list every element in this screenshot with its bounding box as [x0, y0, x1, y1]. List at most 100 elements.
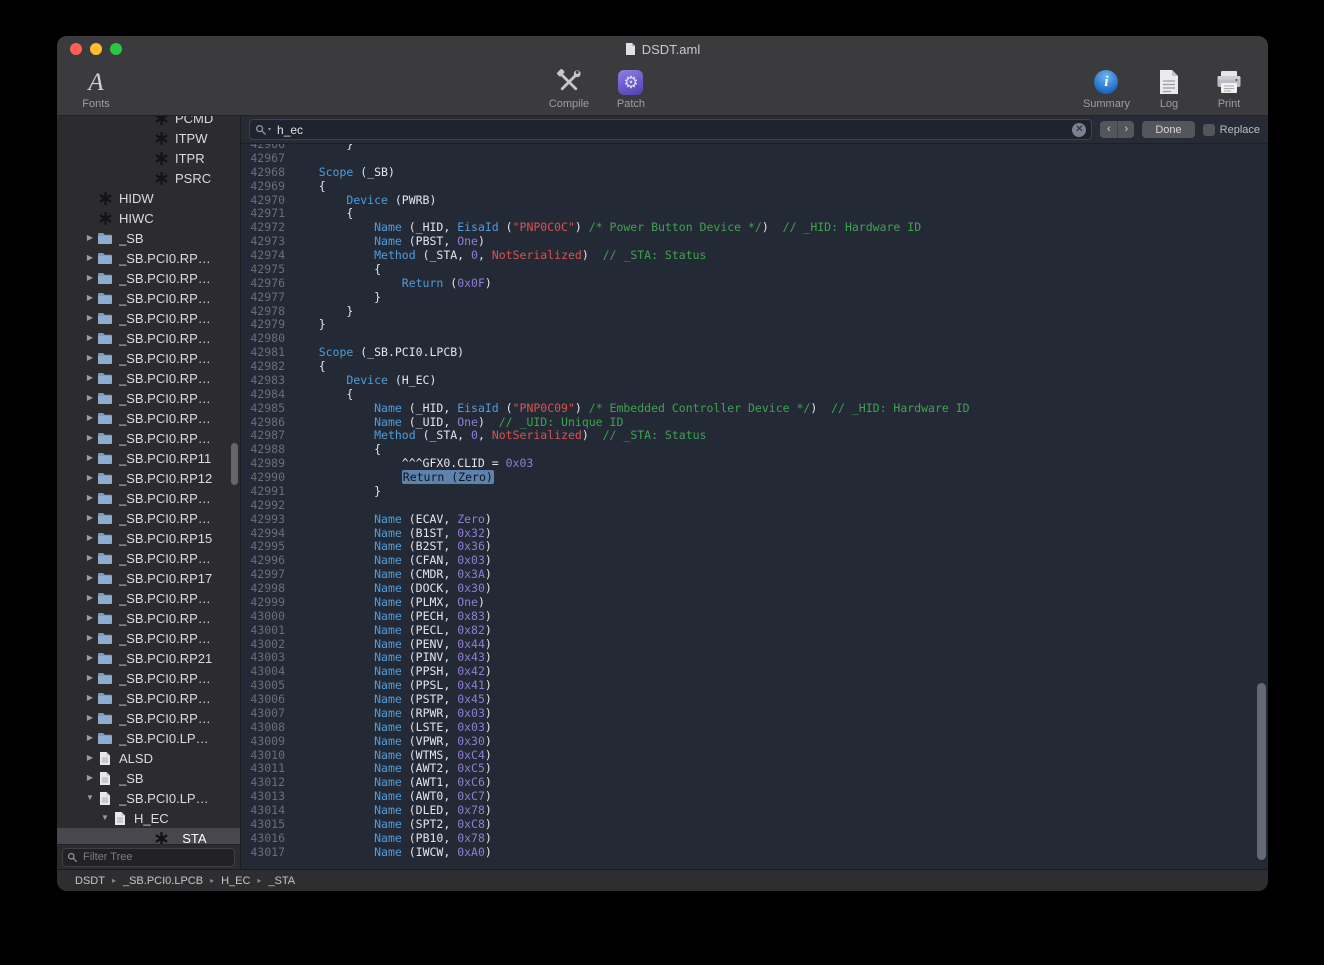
code-line[interactable]: 42970 Device (PWRB): [241, 194, 1268, 208]
code-line[interactable]: 42976 Return (0x0F): [241, 277, 1268, 291]
log-button[interactable]: Log: [1148, 68, 1190, 110]
disclosure-triangle[interactable]: ▶: [83, 714, 97, 722]
tree-item[interactable]: ▶_SB.PCI0.RP…: [57, 408, 240, 428]
filter-tree-input[interactable]: [81, 850, 230, 864]
tree-item[interactable]: HIWC: [57, 208, 240, 228]
code-line[interactable]: 43005 Name (PPSL, 0x41): [241, 679, 1268, 693]
tree-item[interactable]: HIDW: [57, 188, 240, 208]
tree-item[interactable]: ▶_SB.PCI0.RP…: [57, 588, 240, 608]
tree-item[interactable]: ▶_SB: [57, 228, 240, 248]
code-line[interactable]: 42998 Name (DOCK, 0x30): [241, 582, 1268, 596]
tree-item[interactable]: ▼H_EC: [57, 808, 240, 828]
tree-item[interactable]: ▶_SB.PCI0.RP…: [57, 348, 240, 368]
code-line[interactable]: 42966 }: [241, 144, 1268, 152]
code-line[interactable]: 42984 {: [241, 388, 1268, 402]
code-line[interactable]: 42993 Name (ECAV, Zero): [241, 513, 1268, 527]
disclosure-triangle[interactable]: ▶: [83, 294, 97, 302]
code-line[interactable]: 42986 Name (_UID, One) // _UID: Unique I…: [241, 416, 1268, 430]
find-next-button[interactable]: ›: [1117, 121, 1134, 138]
code-line[interactable]: 42983 Device (H_EC): [241, 374, 1268, 388]
disclosure-triangle[interactable]: ▶: [83, 354, 97, 362]
disclosure-triangle[interactable]: ▶: [83, 334, 97, 342]
code-line[interactable]: 42977 }: [241, 291, 1268, 305]
tree-item[interactable]: ▶_SB.PCI0.RP…: [57, 428, 240, 448]
close-button[interactable]: [70, 43, 82, 55]
disclosure-triangle[interactable]: ▶: [83, 234, 97, 242]
code-line[interactable]: 42990 Return (Zero): [241, 471, 1268, 485]
disclosure-triangle[interactable]: ▶: [83, 654, 97, 662]
code-line[interactable]: 42979 }: [241, 318, 1268, 332]
code-line[interactable]: 42992: [241, 499, 1268, 513]
disclosure-triangle[interactable]: ▶: [83, 614, 97, 622]
disclosure-triangle[interactable]: ▶: [83, 314, 97, 322]
disclosure-triangle[interactable]: ▶: [83, 414, 97, 422]
disclosure-triangle[interactable]: ▶: [83, 394, 97, 402]
tree-item[interactable]: ▶_SB.PCI0.RP…: [57, 548, 240, 568]
code-line[interactable]: 42997 Name (CMDR, 0x3A): [241, 568, 1268, 582]
minimize-button[interactable]: [90, 43, 102, 55]
disclosure-triangle[interactable]: ▼: [83, 794, 97, 802]
tree-item[interactable]: ▶_SB.PCI0.RP…: [57, 308, 240, 328]
patch-button[interactable]: ⚙ Patch: [610, 68, 652, 110]
disclosure-triangle[interactable]: ▶: [83, 554, 97, 562]
code-line[interactable]: 43006 Name (PSTP, 0x45): [241, 693, 1268, 707]
compile-button[interactable]: Compile: [548, 68, 590, 110]
print-button[interactable]: Print: [1208, 68, 1250, 110]
tree-item[interactable]: PCMD: [57, 116, 240, 128]
editor-scrollbar[interactable]: [1257, 146, 1266, 867]
code-line[interactable]: 43010 Name (WTMS, 0xC4): [241, 749, 1268, 763]
done-button[interactable]: Done: [1142, 121, 1194, 138]
breadcrumb-item[interactable]: H_EC: [221, 875, 250, 887]
code-line[interactable]: 42996 Name (CFAN, 0x03): [241, 554, 1268, 568]
code-line[interactable]: 42973 Name (PBST, One): [241, 235, 1268, 249]
disclosure-triangle[interactable]: ▶: [83, 474, 97, 482]
tree-item[interactable]: ▶_SB: [57, 768, 240, 788]
tree-item[interactable]: _STA: [57, 828, 240, 844]
disclosure-triangle[interactable]: ▶: [83, 734, 97, 742]
tree-item[interactable]: ▶ALSD: [57, 748, 240, 768]
disclosure-triangle[interactable]: ▶: [83, 434, 97, 442]
disclosure-triangle[interactable]: ▼: [98, 814, 112, 822]
code-line[interactable]: 42988 {: [241, 443, 1268, 457]
code-line[interactable]: 43009 Name (VPWR, 0x30): [241, 735, 1268, 749]
tree-item[interactable]: ▶_SB.PCI0.RP…: [57, 388, 240, 408]
tree-item[interactable]: ▶_SB.PCI0.RP21: [57, 648, 240, 668]
code-line[interactable]: 42971 {: [241, 207, 1268, 221]
disclosure-triangle[interactable]: ▶: [83, 634, 97, 642]
code-line[interactable]: 42985 Name (_HID, EisaId ("PNP0C09") /* …: [241, 402, 1268, 416]
search-input[interactable]: [275, 122, 1068, 138]
tree-item[interactable]: ▶_SB.PCI0.RP15: [57, 528, 240, 548]
code-line[interactable]: 42968 Scope (_SB): [241, 166, 1268, 180]
breadcrumb-item[interactable]: DSDT: [75, 875, 105, 887]
code-line[interactable]: 42989 ^^^GFX0.CLID = 0x03: [241, 457, 1268, 471]
code-line[interactable]: 43004 Name (PPSH, 0x42): [241, 665, 1268, 679]
tree-item[interactable]: ▶_SB.PCI0.RP…: [57, 248, 240, 268]
tree-item[interactable]: ▶_SB.PCI0.RP…: [57, 268, 240, 288]
tree-item[interactable]: ▶_SB.PCI0.RP…: [57, 708, 240, 728]
tree-item[interactable]: ▶_SB.PCI0.RP…: [57, 328, 240, 348]
tree-item[interactable]: ▶_SB.PCI0.RP…: [57, 608, 240, 628]
tree-item[interactable]: ▼_SB.PCI0.LP…: [57, 788, 240, 808]
find-previous-button[interactable]: ‹: [1100, 121, 1117, 138]
disclosure-triangle[interactable]: ▶: [83, 594, 97, 602]
code-line[interactable]: 42994 Name (B1ST, 0x32): [241, 527, 1268, 541]
code-line[interactable]: 43003 Name (PINV, 0x43): [241, 651, 1268, 665]
tree-item[interactable]: ▶_SB.PCI0.RP…: [57, 488, 240, 508]
replace-checkbox[interactable]: [1203, 124, 1215, 136]
search-field[interactable]: ▾ ✕: [249, 119, 1092, 140]
disclosure-triangle[interactable]: ▶: [83, 534, 97, 542]
code-line[interactable]: 42982 {: [241, 360, 1268, 374]
code-line[interactable]: 42995 Name (B2ST, 0x36): [241, 540, 1268, 554]
disclosure-triangle[interactable]: ▶: [83, 754, 97, 762]
code-line[interactable]: 43011 Name (AWT2, 0xC5): [241, 762, 1268, 776]
code-line[interactable]: 43017 Name (IWCW, 0xA0): [241, 846, 1268, 860]
code-line[interactable]: 43016 Name (PB10, 0x78): [241, 832, 1268, 846]
tree-item[interactable]: ▶_SB.PCI0.RP11: [57, 448, 240, 468]
disclosure-triangle[interactable]: ▶: [83, 254, 97, 262]
tree-item[interactable]: ITPW: [57, 128, 240, 148]
code-line[interactable]: 43000 Name (PECH, 0x83): [241, 610, 1268, 624]
disclosure-triangle[interactable]: ▶: [83, 274, 97, 282]
disclosure-triangle[interactable]: ▶: [83, 674, 97, 682]
tree-item[interactable]: ▶_SB.PCI0.RP…: [57, 688, 240, 708]
disclosure-triangle[interactable]: ▶: [83, 454, 97, 462]
